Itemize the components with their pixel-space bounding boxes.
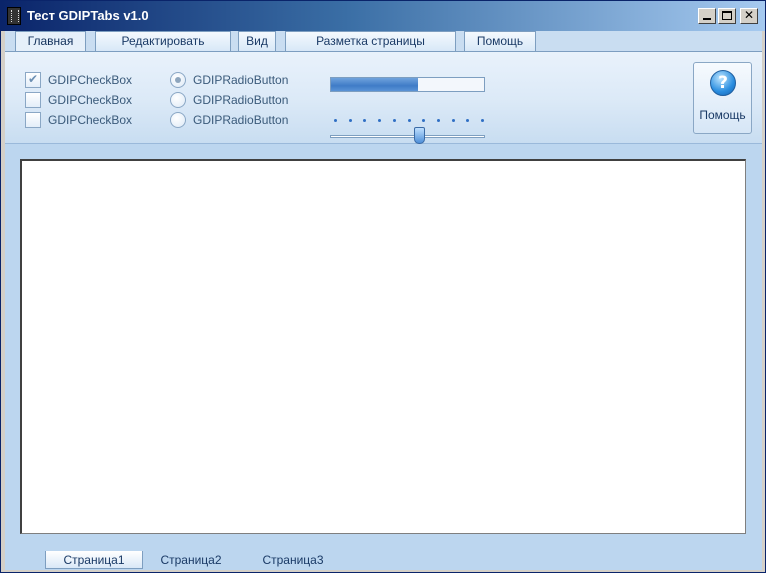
checkbox-1-label: GDIPCheckBox bbox=[48, 73, 133, 87]
help-button-label: Помощь bbox=[699, 108, 746, 122]
progress-fill bbox=[331, 78, 419, 91]
minimize-icon bbox=[703, 18, 711, 20]
close-icon: ✕ bbox=[743, 8, 755, 22]
slider-tick bbox=[466, 119, 469, 122]
slider-track[interactable] bbox=[330, 135, 485, 138]
tab-page-layout[interactable]: Разметка страницы bbox=[285, 31, 456, 51]
ribbon-tabs: Главная Редактировать Вид Разметка стран… bbox=[5, 31, 762, 53]
maximize-icon bbox=[722, 11, 732, 20]
checkbox-2-label: GDIPCheckBox bbox=[48, 93, 133, 107]
slider-tick bbox=[408, 119, 411, 122]
checkbox-3[interactable] bbox=[25, 112, 41, 128]
radio-2[interactable] bbox=[170, 92, 186, 108]
ribbon-panel: GDIPCheckBox GDIPCheckBox GDIPCheckBox G… bbox=[5, 51, 762, 144]
page-tab-1[interactable]: Страница1 bbox=[45, 551, 143, 569]
radio-1[interactable] bbox=[170, 72, 186, 88]
checkbox-2[interactable] bbox=[25, 92, 41, 108]
window-title: Тест GDIPTabs v1.0 bbox=[27, 8, 149, 23]
slider-tick bbox=[334, 119, 337, 122]
tab-label: Вид bbox=[246, 34, 268, 48]
page-tab-label: Страница1 bbox=[63, 553, 125, 567]
slider-tick bbox=[437, 119, 440, 122]
client-area: Главная Редактировать Вид Разметка стран… bbox=[5, 31, 762, 570]
question-icon: ? bbox=[710, 70, 736, 96]
radio-3[interactable] bbox=[170, 112, 186, 128]
tab-label: Помощь bbox=[476, 34, 524, 48]
radio-1-label: GDIPRadioButton bbox=[193, 73, 289, 87]
tab-label: Главная bbox=[27, 34, 74, 48]
slider-tick bbox=[481, 119, 484, 122]
page-tab-label: Страница2 bbox=[160, 553, 222, 567]
progress-bar bbox=[330, 77, 485, 92]
app-icon[interactable] bbox=[7, 7, 21, 25]
page-tabs: Страница1 Страница2 Страница3 bbox=[5, 550, 762, 570]
maximize-button[interactable] bbox=[718, 8, 736, 24]
slider-tick bbox=[393, 119, 396, 122]
slider-ticks bbox=[334, 119, 484, 123]
slider-tick bbox=[422, 119, 425, 122]
slider-tick bbox=[378, 119, 381, 122]
tab-help[interactable]: Помощь bbox=[464, 31, 536, 51]
checkbox-3-label: GDIPCheckBox bbox=[48, 113, 133, 127]
slider-tick bbox=[363, 119, 366, 122]
app-window: Тест GDIPTabs v1.0 ✕ Главная Редактирова… bbox=[0, 0, 766, 573]
tab-view[interactable]: Вид bbox=[238, 31, 276, 51]
help-button[interactable]: ? Помощь bbox=[693, 62, 752, 134]
page-tab-3[interactable]: Страница3 bbox=[247, 551, 339, 569]
slider-tick bbox=[452, 119, 455, 122]
tab-edit[interactable]: Редактировать bbox=[95, 31, 231, 51]
tab-main[interactable]: Главная bbox=[15, 31, 86, 53]
minimize-button[interactable] bbox=[698, 8, 716, 24]
page-tab-label: Страница3 bbox=[262, 553, 324, 567]
tab-label: Редактировать bbox=[121, 34, 205, 48]
page-tab-2[interactable]: Страница2 bbox=[145, 551, 237, 569]
slider-tick bbox=[349, 119, 352, 122]
checkbox-1[interactable] bbox=[25, 72, 41, 88]
title-bar[interactable]: Тест GDIPTabs v1.0 ✕ bbox=[1, 1, 765, 31]
radio-2-label: GDIPRadioButton bbox=[193, 93, 289, 107]
radio-3-label: GDIPRadioButton bbox=[193, 113, 289, 127]
content-area[interactable] bbox=[20, 159, 746, 534]
slider-thumb[interactable] bbox=[414, 127, 425, 144]
close-button[interactable]: ✕ bbox=[740, 8, 758, 24]
tab-label: Разметка страницы bbox=[316, 34, 425, 48]
